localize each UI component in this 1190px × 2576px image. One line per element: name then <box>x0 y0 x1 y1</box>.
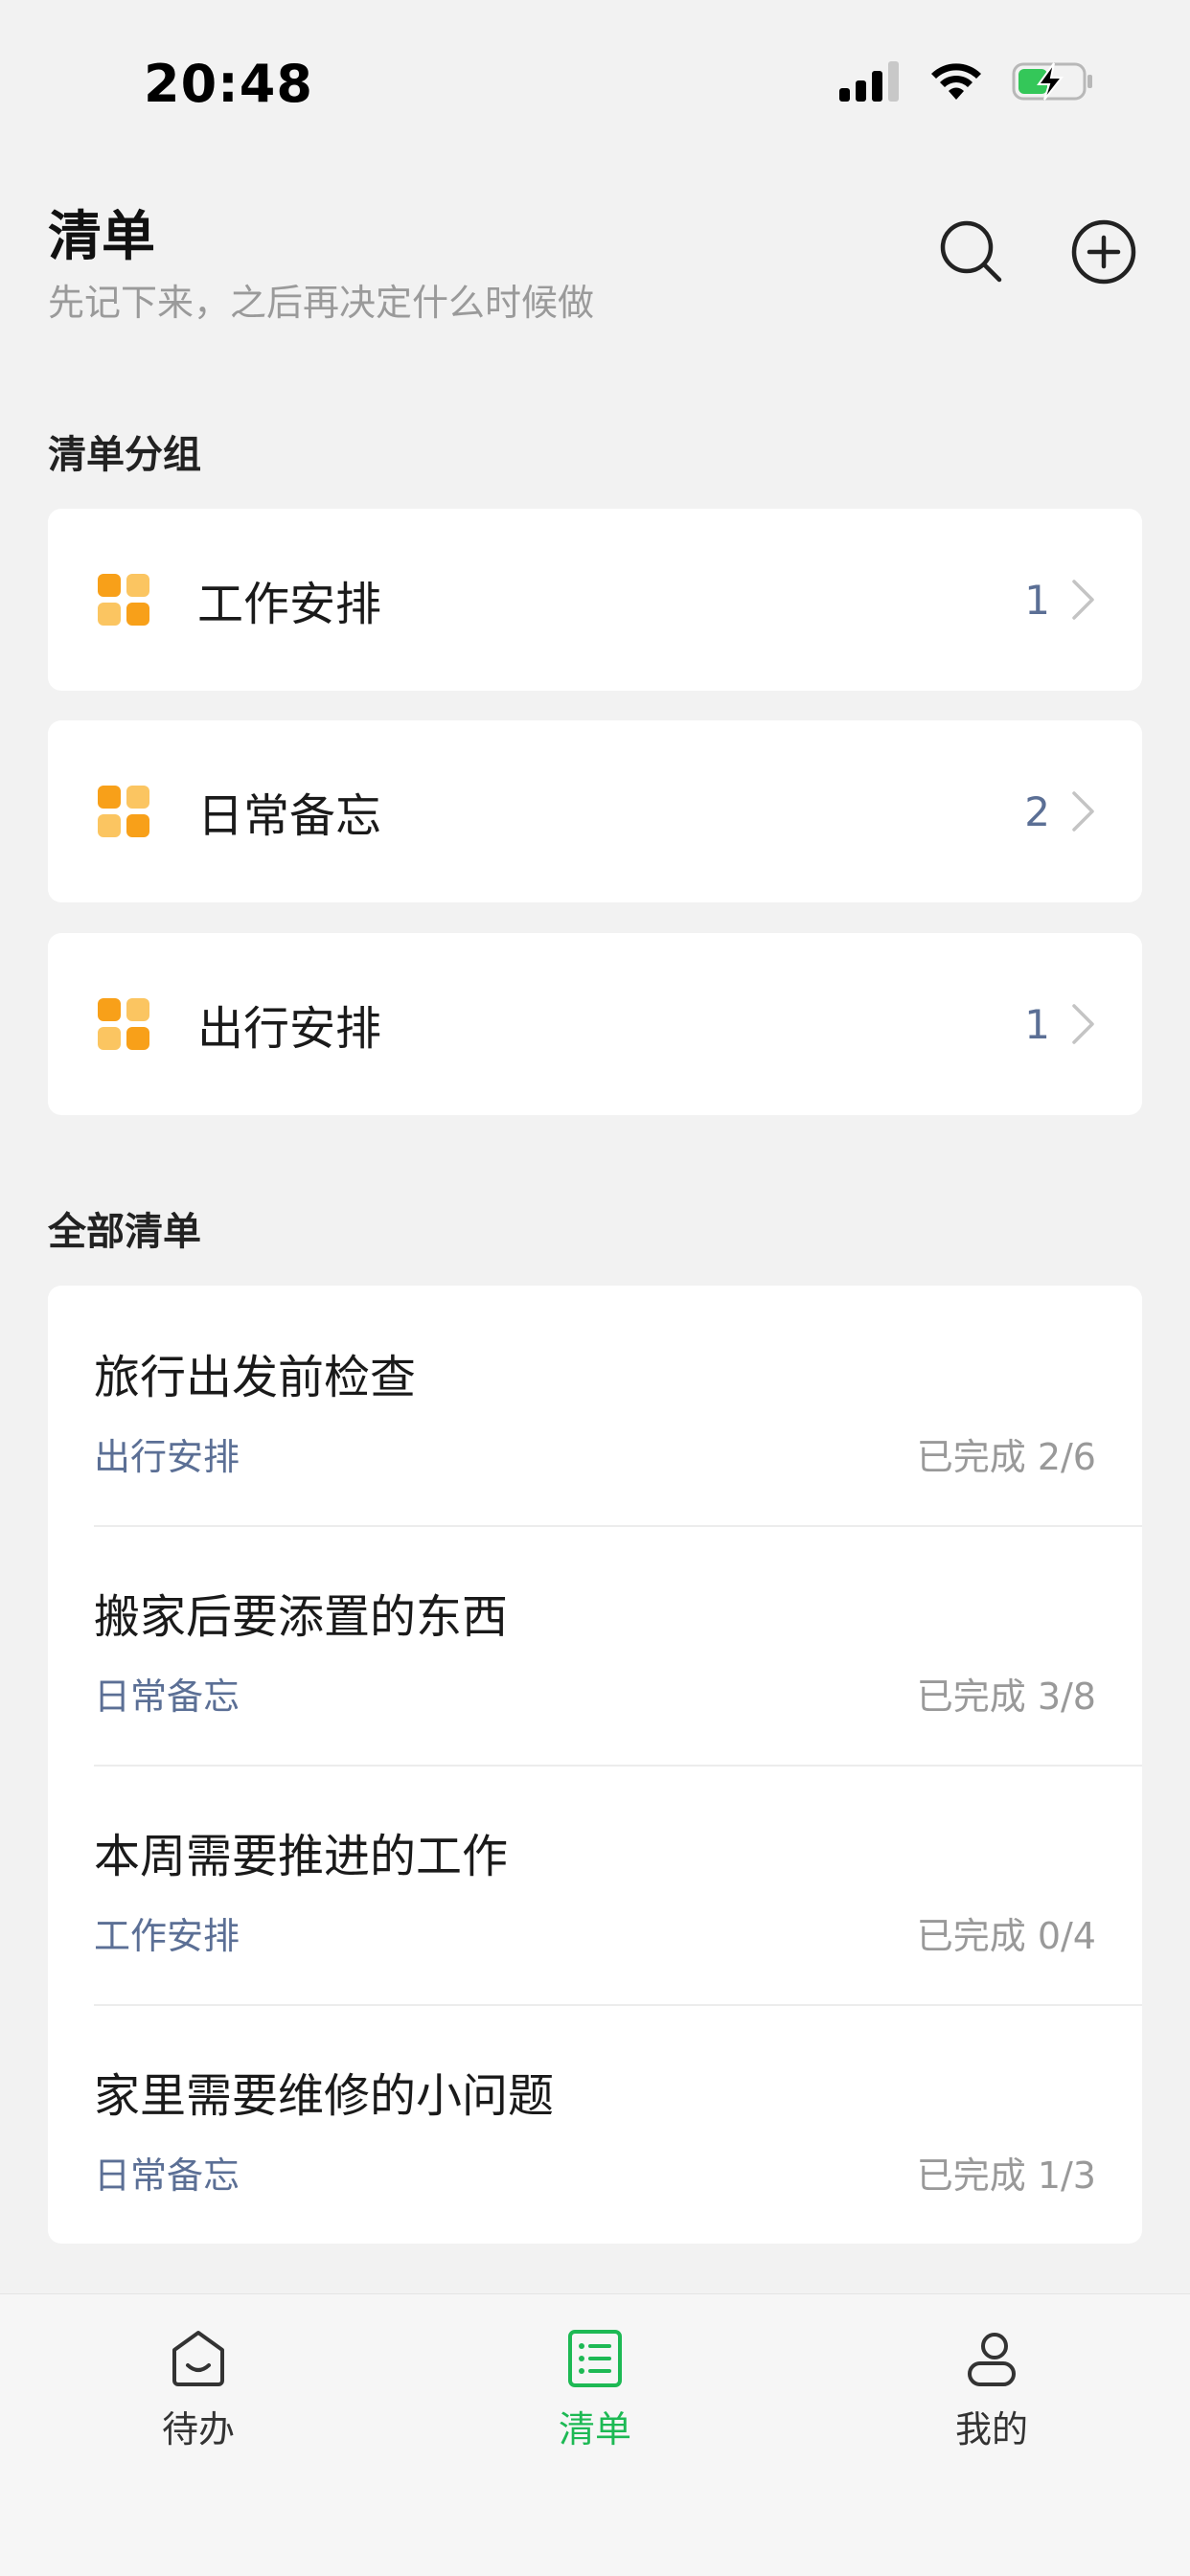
grid-icon <box>98 574 149 626</box>
page-header: 清单 先记下来，之后再决定什么时候做 <box>48 199 1142 330</box>
list-item[interactable]: 搬家后要添置的东西 日常备忘 已完成 3/8 <box>48 1525 1142 1765</box>
group-card-travel[interactable]: 出行安排 1 <box>48 933 1142 1115</box>
group-name: 出行安排 <box>197 1002 382 1056</box>
list-progress: 已完成 1/3 <box>916 2154 1096 2197</box>
add-list-button[interactable] <box>1065 214 1142 290</box>
list-title: 搬家后要添置的东西 <box>94 1590 509 1644</box>
status-time: 20:48 <box>144 54 313 114</box>
tab-lists[interactable]: 清单 <box>397 2294 793 2576</box>
groups-section-label: 清单分组 <box>48 433 201 477</box>
search-icon <box>940 220 1002 283</box>
list-group-tag: 出行安排 <box>94 1436 240 1478</box>
status-bar: 20:48 <box>0 0 1190 163</box>
chevron-right-icon <box>1072 791 1094 832</box>
list-progress: 已完成 3/8 <box>916 1676 1096 1718</box>
list-progress: 已完成 0/4 <box>916 1915 1096 1957</box>
list-item[interactable]: 旅行出发前检查 出行安排 已完成 2/6 <box>48 1286 1142 1525</box>
wifi-icon <box>931 63 981 100</box>
group-count: 2 <box>1024 787 1050 835</box>
signal-icon <box>839 61 899 102</box>
list-title: 旅行出发前检查 <box>94 1351 417 1404</box>
group-card-work[interactable]: 工作安排 1 <box>48 509 1142 691</box>
list-icon <box>568 2330 622 2387</box>
plus-circle-icon <box>1071 219 1136 285</box>
list-item[interactable]: 本周需要推进的工作 工作安排 已完成 0/4 <box>48 1765 1142 2004</box>
group-card-daily[interactable]: 日常备忘 2 <box>48 720 1142 902</box>
list-group-tag: 日常备忘 <box>94 1676 240 1718</box>
person-icon <box>968 2333 1016 2386</box>
tab-label: 待办 <box>161 2408 235 2451</box>
chevron-right-icon <box>1072 580 1094 620</box>
tab-bar: 待办 清单 我的 <box>0 2293 1190 2576</box>
list-title: 家里需要维修的小问题 <box>94 2069 555 2123</box>
chevron-right-icon <box>1072 1004 1094 1044</box>
header-actions <box>933 214 1142 290</box>
group-count: 1 <box>1024 1000 1050 1048</box>
list-group-tag: 日常备忘 <box>94 2154 240 2197</box>
tab-label: 我的 <box>954 2408 1028 2451</box>
all-lists-section-label: 全部清单 <box>48 1210 201 1254</box>
tab-me[interactable]: 我的 <box>793 2294 1190 2576</box>
grid-icon <box>98 786 149 837</box>
tab-label: 清单 <box>558 2408 631 2451</box>
grid-icon <box>98 998 149 1050</box>
list-progress: 已完成 2/6 <box>916 1436 1096 1478</box>
group-name: 日常备忘 <box>197 789 382 843</box>
all-lists-card: 旅行出发前检查 出行安排 已完成 2/6 搬家后要添置的东西 日常备忘 已完成 … <box>48 1286 1142 2244</box>
search-button[interactable] <box>933 214 1010 290</box>
list-group-tag: 工作安排 <box>94 1915 240 1957</box>
battery-charging-icon <box>1012 62 1092 101</box>
group-count: 1 <box>1024 576 1050 624</box>
tab-todo[interactable]: 待办 <box>0 2294 397 2576</box>
status-icons <box>839 61 1094 102</box>
list-title: 本周需要推进的工作 <box>94 1830 509 1883</box>
list-item[interactable]: 家里需要维修的小问题 日常备忘 已完成 1/3 <box>48 2004 1142 2244</box>
group-name: 工作安排 <box>197 578 382 631</box>
inbox-icon <box>172 2331 224 2386</box>
